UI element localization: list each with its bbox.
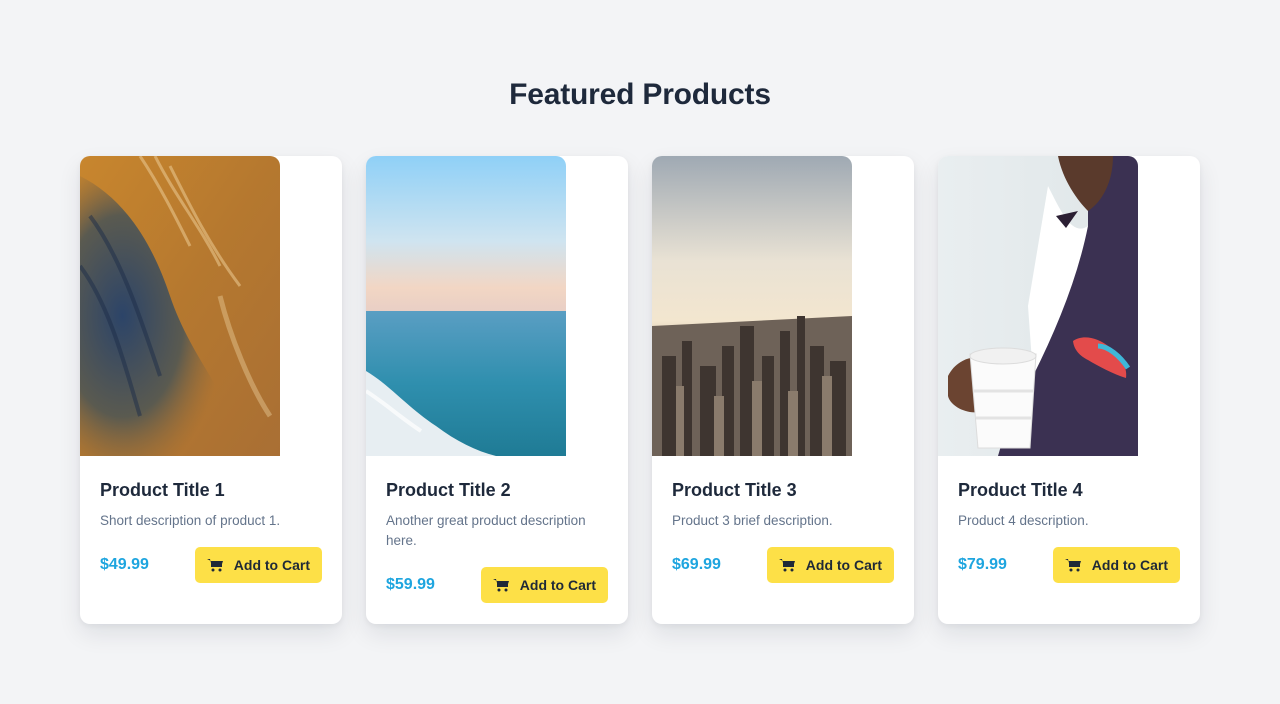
product-price: $49.99 xyxy=(100,556,149,573)
cart-icon xyxy=(206,558,224,572)
product-footer: $59.99 Add to Cart xyxy=(386,567,608,603)
add-to-cart-button[interactable]: Add to Cart xyxy=(480,567,608,603)
section-title: Featured Products xyxy=(509,78,771,111)
ocean-horizon-image xyxy=(366,156,566,456)
product-image[interactable] xyxy=(938,156,1138,456)
product-price: $59.99 xyxy=(386,576,435,593)
product-description: Another great product description here. xyxy=(386,513,586,548)
product-image[interactable] xyxy=(80,156,280,456)
add-to-cart-label: Add to Cart xyxy=(233,557,310,573)
product-description: Product 4 description. xyxy=(958,513,1089,528)
cart-icon xyxy=(492,578,510,592)
product-title: Product Title 1 xyxy=(100,480,225,500)
product-description: Product 3 brief description. xyxy=(672,513,833,528)
cart-icon xyxy=(778,558,796,572)
product-card: Product Title 1 Short description of pro… xyxy=(80,156,342,624)
cart-icon xyxy=(1064,558,1082,572)
product-grid: Product Title 1 Short description of pro… xyxy=(80,156,1200,624)
product-price: $79.99 xyxy=(958,556,1007,573)
product-card: Product Title 4 Product 4 description. $… xyxy=(938,156,1200,624)
product-footer: $69.99 Add to Cart xyxy=(672,547,894,583)
add-to-cart-button[interactable]: Add to Cart xyxy=(1052,547,1180,583)
add-to-cart-label: Add to Cart xyxy=(805,557,882,573)
product-title: Product Title 4 xyxy=(958,480,1083,500)
add-to-cart-button[interactable]: Add to Cart xyxy=(766,547,894,583)
add-to-cart-label: Add to Cart xyxy=(519,577,596,593)
product-title: Product Title 3 xyxy=(672,480,797,500)
canyon-aerial-image xyxy=(80,156,280,456)
add-to-cart-button[interactable]: Add to Cart xyxy=(194,547,322,583)
product-footer: $49.99 Add to Cart xyxy=(100,547,322,583)
city-skyline-image xyxy=(652,156,852,456)
man-with-cup-image xyxy=(938,156,1138,456)
product-description: Short description of product 1. xyxy=(100,513,281,528)
add-to-cart-label: Add to Cart xyxy=(1091,557,1168,573)
product-image[interactable] xyxy=(366,156,566,456)
product-card: Product Title 2 Another great product de… xyxy=(366,156,628,624)
product-footer: $79.99 Add to Cart xyxy=(958,547,1180,583)
product-image[interactable] xyxy=(652,156,852,456)
product-title: Product Title 2 xyxy=(386,480,511,500)
product-price: $69.99 xyxy=(672,556,721,573)
product-card: Product Title 3 Product 3 brief descript… xyxy=(652,156,914,624)
page: Featured Products Product Title 1 Short … xyxy=(0,0,1280,704)
